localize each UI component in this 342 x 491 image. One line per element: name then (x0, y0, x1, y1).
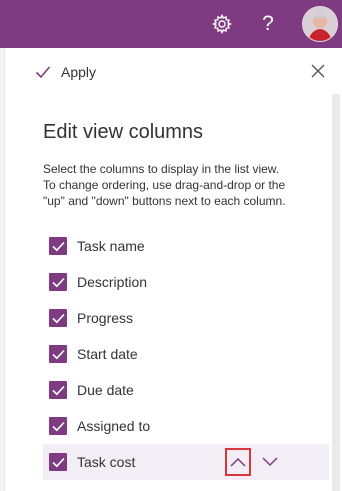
column-row-task-cost[interactable]: Task cost (43, 444, 329, 480)
checkmark-icon (51, 241, 65, 251)
checkmark-icon (51, 349, 65, 359)
column-row-start-date[interactable]: Start date (43, 336, 329, 372)
checkbox[interactable] (49, 345, 67, 363)
chevron-down-icon (262, 457, 278, 467)
avatar[interactable] (302, 6, 338, 42)
apply-label: Apply (61, 64, 97, 80)
scrollbar[interactable] (332, 94, 340, 491)
move-down-button[interactable] (257, 448, 283, 476)
column-label: Description (77, 274, 148, 290)
panel-description: Select the columns to display in the lis… (43, 162, 286, 208)
gear-icon[interactable] (212, 14, 232, 34)
move-up-button[interactable] (225, 448, 251, 476)
apply-button[interactable]: Apply (35, 58, 96, 86)
checkmark-icon (35, 66, 51, 79)
checkbox[interactable] (49, 237, 67, 255)
checkmark-icon (51, 421, 65, 431)
checkbox[interactable] (49, 309, 67, 327)
suite-header: ? (0, 0, 342, 48)
column-row-progress[interactable]: Progress (43, 300, 329, 336)
close-icon[interactable] (311, 64, 325, 78)
panel-title: Edit view columns (43, 121, 204, 143)
column-row-assigned-to[interactable]: Assigned to (43, 408, 329, 444)
checkbox[interactable] (49, 273, 67, 291)
column-label: Task name (77, 238, 145, 254)
column-row-due-date[interactable]: Due date (43, 372, 329, 408)
help-icon[interactable]: ? (256, 10, 280, 38)
column-label: Assigned to (77, 418, 151, 434)
checkmark-icon (51, 385, 65, 395)
column-label: Due date (77, 382, 134, 398)
column-list: Task name Description Progress Start dat… (43, 228, 329, 480)
column-row-task-name[interactable]: Task name (43, 228, 329, 264)
checkmark-icon (51, 313, 65, 323)
checkbox[interactable] (49, 381, 67, 399)
column-label: Progress (77, 310, 134, 326)
column-label: Task cost (77, 454, 136, 470)
checkbox[interactable] (49, 453, 67, 471)
edit-view-columns-panel: Apply Edit view columns Select the colum… (4, 48, 342, 491)
chevron-up-icon (230, 457, 246, 467)
checkbox[interactable] (49, 417, 67, 435)
column-row-description[interactable]: Description (43, 264, 329, 300)
column-label: Start date (77, 346, 138, 362)
checkmark-icon (51, 457, 65, 467)
checkmark-icon (51, 277, 65, 287)
